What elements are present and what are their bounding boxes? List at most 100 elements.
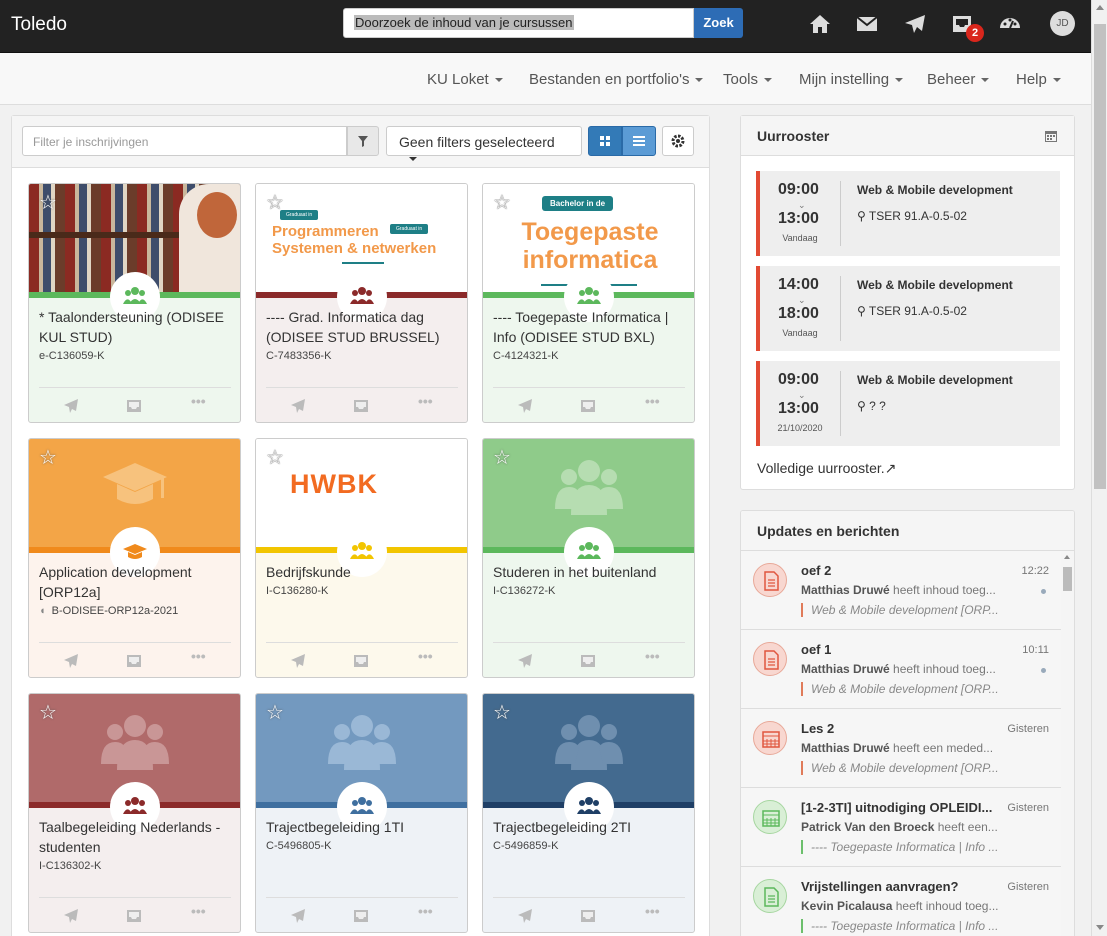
- search-input[interactable]: Doorzoek de inhoud van je cursussen: [343, 8, 694, 38]
- favorite-star-icon[interactable]: ☆: [39, 700, 57, 725]
- inbox-icon[interactable]: [353, 908, 369, 924]
- send-icon[interactable]: [517, 908, 533, 924]
- avatar[interactable]: JD: [1050, 11, 1075, 36]
- send-icon[interactable]: [63, 908, 79, 924]
- more-icon[interactable]: •••: [418, 648, 433, 664]
- send-icon[interactable]: [290, 653, 306, 669]
- more-icon[interactable]: •••: [191, 393, 206, 409]
- nav-bestanden[interactable]: Bestanden en portfolio's: [529, 71, 704, 88]
- home-icon[interactable]: [808, 12, 832, 36]
- course-code: C-5496859-K: [493, 840, 559, 852]
- filter-input[interactable]: Filter je inschrijvingen: [22, 126, 347, 156]
- nav-tools[interactable]: Tools: [723, 71, 773, 88]
- updates-scrollbar[interactable]: [1061, 551, 1074, 936]
- more-icon[interactable]: •••: [418, 903, 433, 919]
- send-icon[interactable]: [903, 12, 927, 36]
- list-item[interactable]: oef 2 12:22 Matthias Druwé heeft inhoud …: [741, 551, 1061, 630]
- dashboard-icon[interactable]: [998, 12, 1022, 36]
- favorite-star-icon[interactable]: ☆: [266, 190, 284, 215]
- inbox-icon[interactable]: [353, 398, 369, 414]
- full-schedule-link[interactable]: Volledige uurrooster.↗: [757, 460, 896, 477]
- filter-button[interactable]: [347, 126, 379, 156]
- page-scrollbar[interactable]: [1091, 0, 1107, 936]
- filter-dropdown[interactable]: Geen filters geselecteerd: [386, 126, 582, 162]
- favorite-star-icon[interactable]: ☆: [493, 445, 511, 470]
- inbox-icon[interactable]: [126, 398, 142, 414]
- nav-help[interactable]: Help: [1016, 71, 1061, 88]
- nav-label: KU Loket: [427, 71, 489, 88]
- nav-mijn-instelling[interactable]: Mijn instelling: [799, 71, 904, 88]
- favorite-star-icon[interactable]: ☆: [493, 700, 511, 725]
- send-icon[interactable]: [290, 908, 306, 924]
- update-title: Vrijstellingen aanvragen?: [801, 879, 959, 894]
- course-card[interactable]: HWBK ☆ Bedrijfskunde I-C136280-K •••: [255, 438, 468, 678]
- inbox-icon[interactable]: [580, 908, 596, 924]
- inbox-icon[interactable]: [580, 653, 596, 669]
- more-icon[interactable]: •••: [645, 648, 660, 664]
- nav-ku-loket[interactable]: KU Loket: [427, 71, 503, 88]
- scroll-up-icon[interactable]: [1064, 555, 1070, 559]
- list-item[interactable]: Les 2 Gisteren Matthias Druwé heeft een …: [741, 709, 1061, 788]
- scrollbar-thumb[interactable]: [1063, 567, 1072, 591]
- schedule-slot[interactable]: 09:00 ⌄ 13:00 21/10/2020 Web & Mobile de…: [756, 361, 1060, 446]
- send-icon[interactable]: [517, 398, 533, 414]
- grid-view-button[interactable]: [588, 126, 622, 156]
- update-title: oef 2: [801, 563, 832, 578]
- course-card[interactable]: ☆ Studeren in het buitenland I-C136272-K…: [482, 438, 695, 678]
- favorite-star-icon[interactable]: ☆: [266, 700, 284, 725]
- course-title[interactable]: * Taalondersteuning (ODISEE KUL STUD): [39, 307, 235, 347]
- list-item[interactable]: Vrijstellingen aanvragen? Gisteren Kevin…: [741, 867, 1061, 936]
- calendar-icon[interactable]: [1044, 129, 1058, 143]
- send-icon[interactable]: [290, 398, 306, 414]
- more-icon[interactable]: •••: [645, 393, 660, 409]
- send-icon[interactable]: [63, 398, 79, 414]
- caret-down-icon: [895, 78, 904, 83]
- course-card[interactable]: ☆ Trajectbegeleiding 1TI C-5496805-K •••: [255, 693, 468, 933]
- schedule-slot[interactable]: 14:00 ⌄ 18:00 Vandaag Web & Mobile devel…: [756, 266, 1060, 351]
- list-item[interactable]: oef 1 10:11 Matthias Druwé heeft inhoud …: [741, 630, 1061, 709]
- course-title[interactable]: Trajectbegeleiding 2TI: [493, 817, 689, 837]
- course-title[interactable]: Taalbegeleiding Nederlands - studenten: [39, 817, 235, 857]
- course-title[interactable]: Bedrijfskunde: [266, 562, 462, 582]
- nav-beheer[interactable]: Beheer: [927, 71, 990, 88]
- more-icon[interactable]: •••: [191, 648, 206, 664]
- schedule-slot[interactable]: 09:00 ⌄ 13:00 Vandaag Web & Mobile devel…: [756, 171, 1060, 256]
- inbox-icon[interactable]: [126, 908, 142, 924]
- update-action: heeft inhoud toeg...: [895, 899, 999, 913]
- scrollbar-thumb[interactable]: [1094, 24, 1106, 489]
- send-icon[interactable]: [63, 653, 79, 669]
- list-view-button[interactable]: [622, 126, 656, 156]
- favorite-star-icon[interactable]: ☆: [39, 190, 57, 215]
- mail-icon[interactable]: [855, 12, 879, 36]
- course-title[interactable]: ---- Grad. Informatica dag (ODISEE STUD …: [266, 307, 462, 347]
- favorite-star-icon[interactable]: ☆: [39, 445, 57, 470]
- course-card[interactable]: ☆ Application development [ORP12a] ◖ B-OD…: [28, 438, 241, 678]
- more-icon[interactable]: •••: [645, 903, 660, 919]
- inbox-icon[interactable]: [126, 653, 142, 669]
- settings-button[interactable]: [662, 126, 694, 156]
- send-icon[interactable]: [517, 653, 533, 669]
- update-title: [1-2-3TI] uitnodiging OPLEIDI...: [801, 800, 993, 815]
- course-title[interactable]: Application development [ORP12a]: [39, 562, 235, 602]
- scroll-up-icon[interactable]: [1096, 5, 1104, 10]
- favorite-star-icon[interactable]: ☆: [266, 445, 284, 470]
- inbox-icon[interactable]: [580, 398, 596, 414]
- list-item[interactable]: [1-2-3TI] uitnodiging OPLEIDI... Gistere…: [741, 788, 1061, 867]
- slot-location-text: TSER 91.A-0.5-02: [868, 209, 967, 223]
- more-icon[interactable]: •••: [418, 393, 433, 409]
- more-icon[interactable]: •••: [191, 903, 206, 919]
- course-card[interactable]: ☆ * Taalondersteuning (ODISEE KUL STUD) …: [28, 183, 241, 423]
- course-title[interactable]: Trajectbegeleiding 1TI: [266, 817, 462, 837]
- course-card[interactable]: ☆ Trajectbegeleiding 2TI C-5496859-K •••: [482, 693, 695, 933]
- app-title[interactable]: Toledo: [11, 14, 67, 36]
- update-course: Web & Mobile development [ORP...: [801, 761, 1001, 775]
- course-card[interactable]: Bachelor in de Toegepaste informatica ☆ …: [482, 183, 695, 423]
- favorite-star-icon[interactable]: ☆: [493, 190, 511, 215]
- course-card[interactable]: ☆ Taalbegeleiding Nederlands - studenten…: [28, 693, 241, 933]
- scroll-down-icon[interactable]: [1096, 925, 1104, 930]
- course-title[interactable]: ---- Toegepaste Informatica | Info (ODIS…: [493, 307, 689, 347]
- inbox-icon[interactable]: [353, 653, 369, 669]
- course-title[interactable]: Studeren in het buitenland: [493, 562, 689, 582]
- course-card[interactable]: Graduaat in Graduaat in Programmeren Sys…: [255, 183, 468, 423]
- search-button[interactable]: Zoek: [694, 8, 743, 38]
